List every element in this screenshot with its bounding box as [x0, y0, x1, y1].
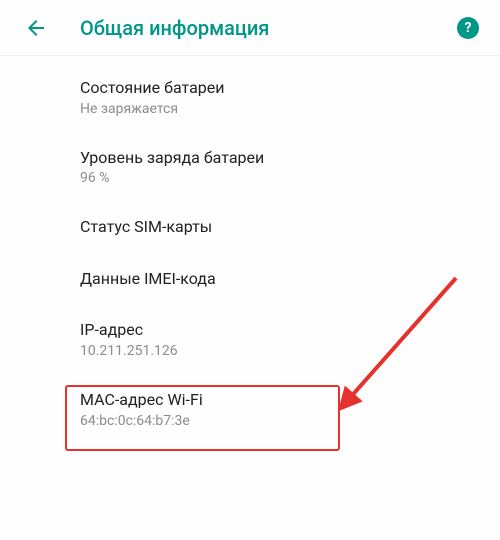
help-button[interactable]: ?	[448, 8, 488, 48]
item-title: Статус SIM-карты	[80, 216, 476, 238]
list-item-sim-status[interactable]: Статус SIM-карты	[0, 201, 500, 253]
list-item-wifi-mac[interactable]: MAC-адрес Wi-Fi 64:bc:0c:64:b7:3e	[0, 374, 500, 444]
list-item-ip-address[interactable]: IP-адрес 10.211.251.126	[0, 304, 500, 374]
item-title: Данные IMEI-кода	[80, 268, 476, 290]
item-title: IP-адрес	[80, 319, 476, 341]
toolbar: Общая информация ?	[0, 0, 500, 56]
item-title: Уровень заряда батареи	[80, 147, 476, 169]
help-icon: ?	[457, 17, 479, 39]
list-item-battery-state[interactable]: Состояние батареи Не заряжается	[0, 62, 500, 132]
item-subtitle: Не заряжается	[80, 101, 476, 117]
list-item-battery-level[interactable]: Уровень заряда батареи 96 %	[0, 132, 500, 202]
item-subtitle: 64:bc:0c:64:b7:3e	[80, 413, 476, 429]
item-title: MAC-адрес Wi-Fi	[80, 389, 476, 411]
item-subtitle: 10.211.251.126	[80, 343, 476, 359]
back-button[interactable]	[16, 8, 56, 48]
item-title: Состояние батареи	[80, 77, 476, 99]
settings-list: Состояние батареи Не заряжается Уровень …	[0, 56, 500, 444]
item-subtitle: 96 %	[80, 170, 476, 186]
arrow-back-icon	[24, 16, 48, 40]
list-item-imei[interactable]: Данные IMEI-кода	[0, 253, 500, 305]
page-title: Общая информация	[80, 16, 448, 40]
